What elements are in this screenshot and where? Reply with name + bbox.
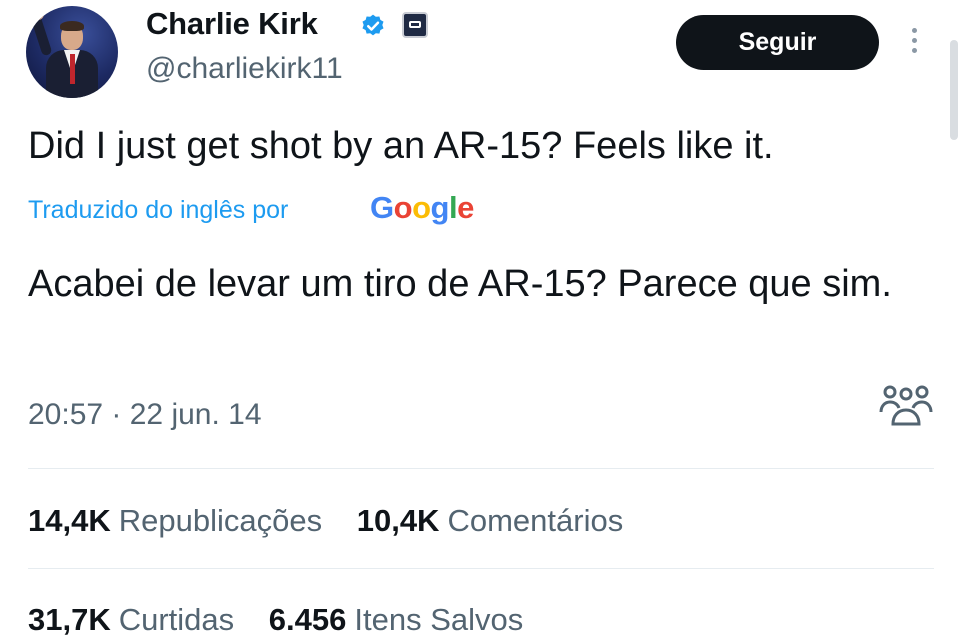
avatar-hand	[32, 8, 44, 20]
translated-by-label[interactable]: Traduzido do inglês por	[28, 196, 288, 225]
comments-stat[interactable]: 10,4K Comentários	[357, 503, 623, 539]
follow-button[interactable]: Seguir	[676, 15, 879, 70]
avatar-tie	[70, 54, 75, 84]
likes-stat[interactable]: 31,7K Curtidas	[28, 602, 234, 638]
affiliation-badge-icon[interactable]	[402, 12, 428, 38]
author-handle[interactable]: @charliekirk11	[146, 52, 343, 86]
scrollbar[interactable]	[950, 40, 958, 140]
stats-row: 31,7K Curtidas 6.456 Itens Salvos	[28, 602, 549, 638]
divider	[28, 468, 934, 469]
reposts-stat[interactable]: 14,4K Republicações	[28, 503, 322, 539]
saves-stat[interactable]: 6.456 Itens Salvos	[269, 602, 523, 638]
verified-badge-icon	[362, 14, 384, 36]
community-icon[interactable]	[878, 384, 934, 428]
author-name[interactable]: Charlie Kirk	[146, 6, 318, 42]
google-logo: Google	[370, 190, 474, 225]
avatar-hair	[60, 21, 84, 31]
more-options-icon[interactable]	[903, 28, 925, 60]
translated-text: Acabei de levar um tiro de AR-15? Parece…	[28, 263, 892, 305]
tweet-timestamp[interactable]: 20:57 · 22 jun. 14	[28, 398, 262, 432]
divider	[28, 568, 934, 569]
avatar[interactable]	[26, 6, 118, 98]
affiliation-mark	[409, 21, 421, 28]
tweet-text: Did I just get shot by an AR-15? Feels l…	[28, 125, 774, 167]
stats-row: 14,4K Republicações 10,4K Comentários	[28, 503, 649, 539]
